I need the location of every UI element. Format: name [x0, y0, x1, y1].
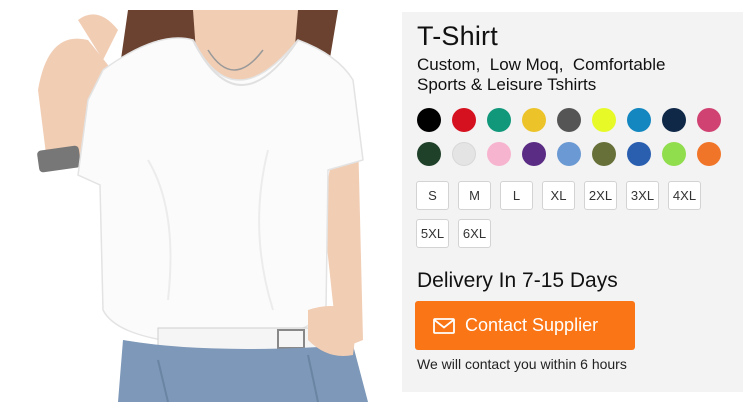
color-swatch[interactable] — [627, 108, 651, 132]
size-option-5xl[interactable]: 5XL — [416, 219, 449, 248]
subtitle-line-2: Sports & Leisure Tshirts — [417, 75, 597, 94]
mail-icon — [433, 317, 455, 334]
color-swatch[interactable] — [592, 142, 616, 166]
size-option-4xl[interactable]: 4XL — [668, 181, 701, 210]
contact-supplier-button[interactable]: Contact Supplier — [415, 301, 635, 350]
color-swatch[interactable] — [452, 108, 476, 132]
color-swatches — [417, 108, 737, 166]
contact-supplier-label: Contact Supplier — [465, 315, 599, 335]
contact-note: We will contact you within 6 hours — [417, 356, 627, 372]
color-swatch[interactable] — [452, 142, 476, 166]
product-subtitle: Custom, Low Moq, Comfortable Sports & Le… — [417, 55, 737, 95]
size-option-6xl[interactable]: 6XL — [458, 219, 491, 248]
size-option-l[interactable]: L — [500, 181, 533, 210]
size-option-s[interactable]: S — [416, 181, 449, 210]
subtitle-line-1: Custom, Low Moq, Comfortable — [417, 55, 666, 74]
color-swatch[interactable] — [627, 142, 651, 166]
size-options: S M L XL 2XL 3XL 4XL 5XL 6XL — [416, 181, 742, 248]
color-swatch[interactable] — [522, 108, 546, 132]
product-info-panel: T-Shirt Custom, Low Moq, Comfortable Spo… — [402, 12, 743, 392]
product-title: T-Shirt — [417, 21, 498, 51]
color-swatch[interactable] — [557, 142, 581, 166]
delivery-info: Delivery In 7-15 Days — [417, 269, 618, 292]
color-swatch[interactable] — [417, 142, 441, 166]
size-option-xl[interactable]: XL — [542, 181, 575, 210]
color-swatch[interactable] — [522, 142, 546, 166]
size-option-2xl[interactable]: 2XL — [584, 181, 617, 210]
size-option-m[interactable]: M — [458, 181, 491, 210]
color-swatch[interactable] — [662, 142, 686, 166]
color-swatch[interactable] — [662, 108, 686, 132]
size-option-3xl[interactable]: 3XL — [626, 181, 659, 210]
color-swatch[interactable] — [487, 142, 511, 166]
color-swatch[interactable] — [417, 108, 441, 132]
t-shirt-model-image — [8, 10, 400, 402]
color-swatch[interactable] — [697, 108, 721, 132]
color-swatch[interactable] — [487, 108, 511, 132]
color-swatch[interactable] — [592, 108, 616, 132]
product-photo — [8, 10, 400, 402]
color-swatch[interactable] — [557, 108, 581, 132]
color-swatch[interactable] — [697, 142, 721, 166]
